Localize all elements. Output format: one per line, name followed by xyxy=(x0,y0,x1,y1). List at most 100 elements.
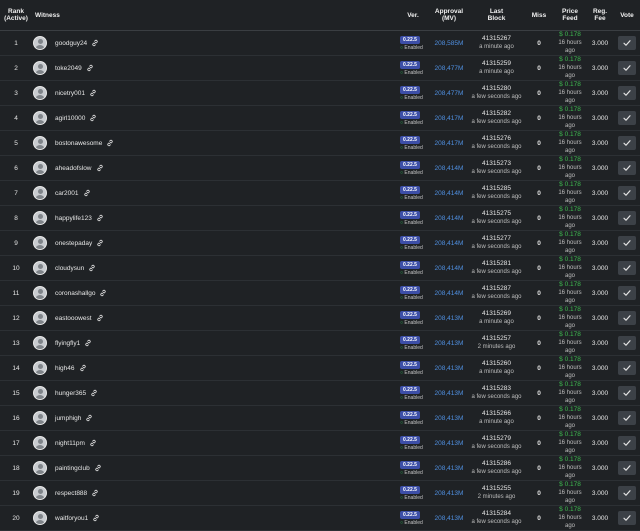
block-number[interactable]: 41315286 xyxy=(469,460,524,468)
vote-button[interactable] xyxy=(618,386,636,400)
link-icon[interactable] xyxy=(79,364,87,372)
approval-cell[interactable]: 208,413M xyxy=(429,406,469,431)
link-icon[interactable] xyxy=(89,439,97,447)
link-icon[interactable] xyxy=(99,289,107,297)
witness-name-link[interactable]: eastooowest xyxy=(55,315,92,322)
link-icon[interactable] xyxy=(88,264,96,272)
link-icon[interactable] xyxy=(92,514,100,522)
vote-button[interactable] xyxy=(618,436,636,450)
avatar[interactable] xyxy=(33,286,47,300)
vote-button[interactable] xyxy=(618,186,636,200)
witness-name-link[interactable]: cloudysun xyxy=(55,265,84,272)
witness-name-link[interactable]: aheadofslow xyxy=(55,165,92,172)
avatar[interactable] xyxy=(33,161,47,175)
approval-cell[interactable]: 208,413M xyxy=(429,306,469,331)
vote-button[interactable] xyxy=(618,261,636,275)
link-icon[interactable] xyxy=(85,414,93,422)
link-icon[interactable] xyxy=(96,214,104,222)
approval-cell[interactable]: 208,417M xyxy=(429,106,469,131)
witness-name-link[interactable]: jumphigh xyxy=(55,415,81,422)
witness-name-link[interactable]: car2001 xyxy=(55,190,79,197)
avatar[interactable] xyxy=(33,336,47,350)
vote-button[interactable] xyxy=(618,336,636,350)
approval-cell[interactable]: 208,413M xyxy=(429,356,469,381)
block-number[interactable]: 41315281 xyxy=(469,260,524,268)
approval-cell[interactable]: 208,414M xyxy=(429,181,469,206)
approval-cell[interactable]: 208,414M xyxy=(429,231,469,256)
approval-cell[interactable]: 208,477M xyxy=(429,81,469,106)
avatar[interactable] xyxy=(33,211,47,225)
link-icon[interactable] xyxy=(96,239,104,247)
avatar[interactable] xyxy=(33,411,47,425)
witness-name-link[interactable]: high46 xyxy=(55,365,75,372)
link-icon[interactable] xyxy=(89,114,97,122)
approval-cell[interactable]: 208,414M xyxy=(429,256,469,281)
link-icon[interactable] xyxy=(90,389,98,397)
vote-button[interactable] xyxy=(618,86,636,100)
witness-name-link[interactable]: night11pm xyxy=(55,440,85,447)
vote-button[interactable] xyxy=(618,61,636,75)
witness-name-link[interactable]: toke2049 xyxy=(55,65,82,72)
vote-button[interactable] xyxy=(618,311,636,325)
avatar[interactable] xyxy=(33,511,47,525)
version-header[interactable]: Ver. xyxy=(397,0,429,31)
block-number[interactable]: 41315260 xyxy=(469,360,524,368)
link-icon[interactable] xyxy=(91,39,99,47)
avatar[interactable] xyxy=(33,311,47,325)
vote-button[interactable] xyxy=(618,461,636,475)
block-number[interactable]: 41315259 xyxy=(469,60,524,68)
block-number[interactable]: 41315257 xyxy=(469,335,524,343)
vote-button[interactable] xyxy=(618,411,636,425)
avatar[interactable] xyxy=(33,36,47,50)
link-icon[interactable] xyxy=(106,139,114,147)
block-number[interactable]: 41315282 xyxy=(469,110,524,118)
block-number[interactable]: 41315267 xyxy=(469,35,524,43)
miss-header[interactable]: Miss xyxy=(524,0,554,31)
witness-name-link[interactable]: paintingclub xyxy=(55,465,90,472)
approval-cell[interactable]: 208,414M xyxy=(429,156,469,181)
vote-button[interactable] xyxy=(618,486,636,500)
witness-name-link[interactable]: coronashallgo xyxy=(55,290,95,297)
last-block-header[interactable]: Last Block xyxy=(469,0,524,31)
block-number[interactable]: 41315255 xyxy=(469,485,524,493)
block-number[interactable]: 41315279 xyxy=(469,435,524,443)
avatar[interactable] xyxy=(33,486,47,500)
approval-cell[interactable]: 208,413M xyxy=(429,431,469,456)
block-number[interactable]: 41315287 xyxy=(469,285,524,293)
vote-button[interactable] xyxy=(618,36,636,50)
approval-cell[interactable]: 208,413M xyxy=(429,381,469,406)
avatar[interactable] xyxy=(33,61,47,75)
block-number[interactable]: 41315273 xyxy=(469,160,524,168)
approval-cell[interactable]: 208,414M xyxy=(429,281,469,306)
rank-header[interactable]: Rank (Active) xyxy=(0,0,32,31)
approval-cell[interactable]: 208,413M xyxy=(429,456,469,481)
link-icon[interactable] xyxy=(91,489,99,497)
block-number[interactable]: 41315285 xyxy=(469,185,524,193)
approval-header[interactable]: Approval (MV) xyxy=(429,0,469,31)
vote-button[interactable] xyxy=(618,286,636,300)
block-number[interactable]: 41315276 xyxy=(469,135,524,143)
block-number[interactable]: 41315280 xyxy=(469,85,524,93)
witness-name-link[interactable]: agirl10000 xyxy=(55,115,85,122)
witness-name-link[interactable]: respect888 xyxy=(55,490,87,497)
vote-button[interactable] xyxy=(618,161,636,175)
witness-name-link[interactable]: nicetry001 xyxy=(55,90,85,97)
vote-button[interactable] xyxy=(618,511,636,525)
vote-button[interactable] xyxy=(618,111,636,125)
vote-button[interactable] xyxy=(618,211,636,225)
witness-name-link[interactable]: goodguy24 xyxy=(55,40,87,47)
avatar[interactable] xyxy=(33,86,47,100)
approval-cell[interactable]: 208,413M xyxy=(429,506,469,531)
witness-header[interactable]: Witness xyxy=(32,0,397,31)
avatar[interactable] xyxy=(33,436,47,450)
witness-name-link[interactable]: bostonawesome xyxy=(55,140,102,147)
link-icon[interactable] xyxy=(83,189,91,197)
block-number[interactable]: 41315266 xyxy=(469,410,524,418)
reg-fee-header[interactable]: Reg. Fee xyxy=(586,0,614,31)
avatar[interactable] xyxy=(33,236,47,250)
avatar[interactable] xyxy=(33,261,47,275)
approval-cell[interactable]: 208,477M xyxy=(429,56,469,81)
approval-cell[interactable]: 208,417M xyxy=(429,131,469,156)
link-icon[interactable] xyxy=(96,164,104,172)
approval-cell[interactable]: 208,414M xyxy=(429,206,469,231)
